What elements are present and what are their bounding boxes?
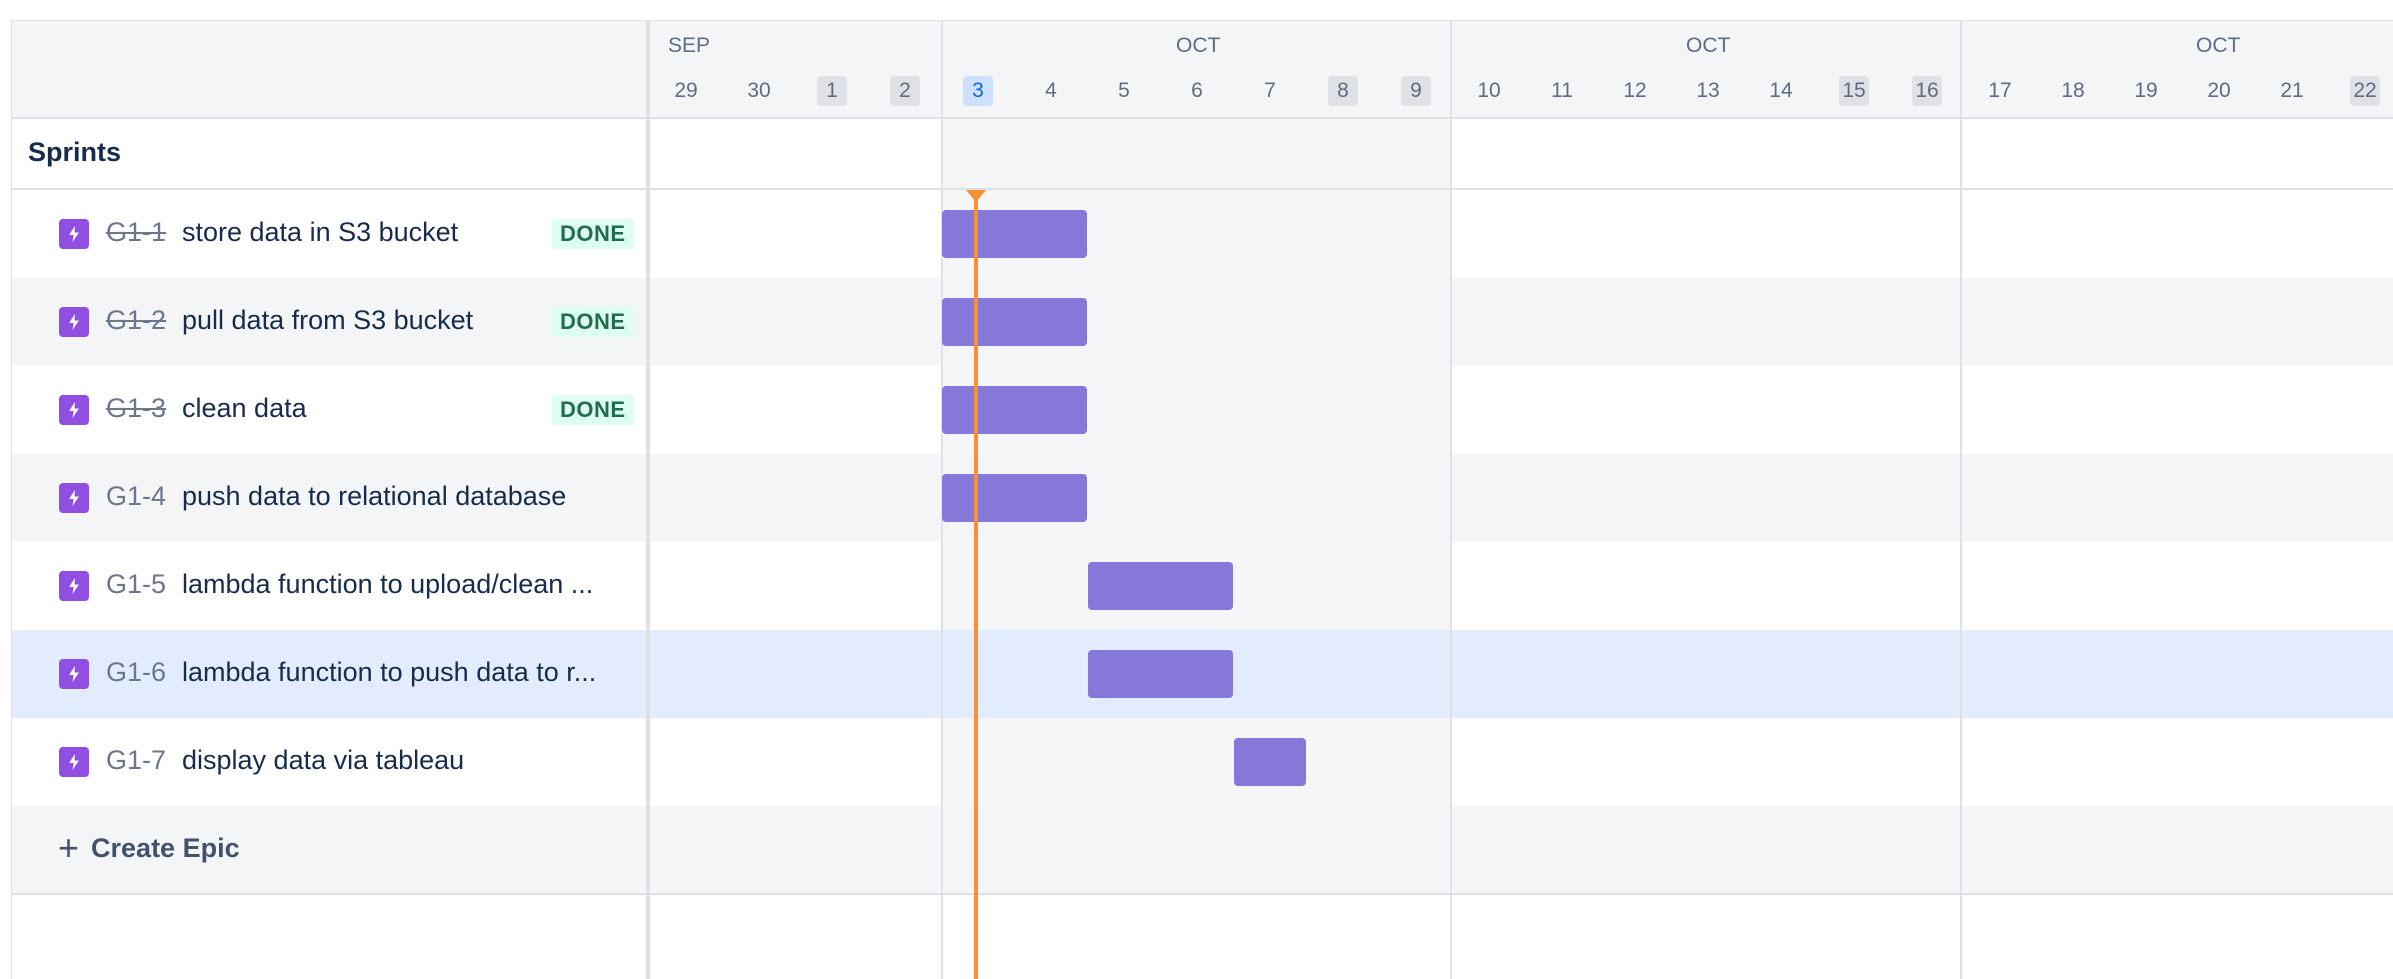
sprints-row [12,118,2393,190]
sprints-title: Sprints [28,137,122,167]
issue-key[interactable]: G1-2 [106,305,166,336]
day-label: 29 [674,79,698,102]
day-label: 8 [1328,76,1358,106]
create-epic-row [12,806,2393,894]
day-label: 3 [963,76,993,106]
issue-key[interactable]: G1-6 [106,657,166,688]
day-label: 19 [2134,79,2158,102]
day-label: 11 [1551,79,1573,102]
issue-row[interactable] [12,366,2393,454]
day-label: 9 [1401,76,1431,106]
create-epic-label: Create Epic [91,832,240,863]
week-separator [1960,21,1962,979]
day-label: 14 [1769,79,1793,102]
day-label: 18 [2061,79,2085,102]
lightning-bolt-icon [59,307,89,337]
day-label: 4 [1045,79,1057,102]
month-label-oct-3: OCT [2196,34,2241,57]
lightning-bolt-icon [59,483,89,513]
list-timeline-divider[interactable] [646,21,650,979]
issue-key[interactable]: G1-7 [106,745,166,776]
issue-key[interactable]: G1-5 [106,569,166,600]
issue-key[interactable]: G1-1 [106,217,166,248]
lightning-bolt-icon [59,219,89,249]
issue-summary[interactable]: lambda function to push data to r... [182,657,596,688]
day-label: 10 [1477,79,1501,102]
day-label: 22 [2350,76,2380,106]
row-divider [12,893,2393,895]
day-label: 30 [747,79,771,102]
issue-summary[interactable]: pull data from S3 bucket [182,305,473,336]
header-left [12,21,646,119]
gantt-bar[interactable] [942,386,1087,434]
issue-key[interactable]: G1-3 [106,393,166,424]
gantt-bar[interactable] [942,298,1087,346]
day-label: 1 [817,76,847,106]
day-label: 6 [1191,79,1203,102]
day-label: 15 [1839,76,1869,106]
create-epic-button[interactable]: + Create Epic [58,830,240,866]
today-line [974,190,978,979]
gantt-bar[interactable] [1234,738,1306,786]
month-label-oct-2: OCT [1686,34,1731,57]
issue-summary[interactable]: lambda function to upload/clean ... [182,569,593,600]
today-marker [966,190,986,202]
lightning-bolt-icon [59,395,89,425]
day-label: 2 [890,76,920,106]
issue-summary[interactable]: clean data [182,393,307,424]
issue-summary[interactable]: push data to relational database [182,481,566,512]
week-separator [1450,21,1452,979]
gantt-bar[interactable] [942,210,1087,258]
day-label: 21 [2280,79,2304,102]
issue-summary[interactable]: display data via tableau [182,745,464,776]
day-label: 17 [1988,79,2012,102]
day-label: 13 [1696,79,1720,102]
day-label: 16 [1912,76,1942,106]
issue-summary[interactable]: store data in S3 bucket [182,217,458,248]
day-label: 5 [1118,79,1130,102]
status-badge: DONE [552,395,634,425]
lightning-bolt-icon [59,747,89,777]
timeline-view: SEP OCT OCT OCT Sprints + Create Epic 29… [0,0,2393,979]
day-label: 12 [1623,79,1647,102]
gantt-bar[interactable] [942,474,1087,522]
day-label: 7 [1264,79,1276,102]
day-label: 20 [2207,79,2231,102]
status-badge: DONE [552,307,634,337]
issue-key[interactable]: G1-4 [106,481,166,512]
month-label-sep: SEP [668,34,711,57]
lightning-bolt-icon [59,659,89,689]
month-label-oct-1: OCT [1176,34,1221,57]
lightning-bolt-icon [59,571,89,601]
plus-icon: + [58,827,80,868]
gantt-bar[interactable] [1088,562,1233,610]
status-badge: DONE [552,219,634,249]
gantt-bar[interactable] [1088,650,1233,698]
